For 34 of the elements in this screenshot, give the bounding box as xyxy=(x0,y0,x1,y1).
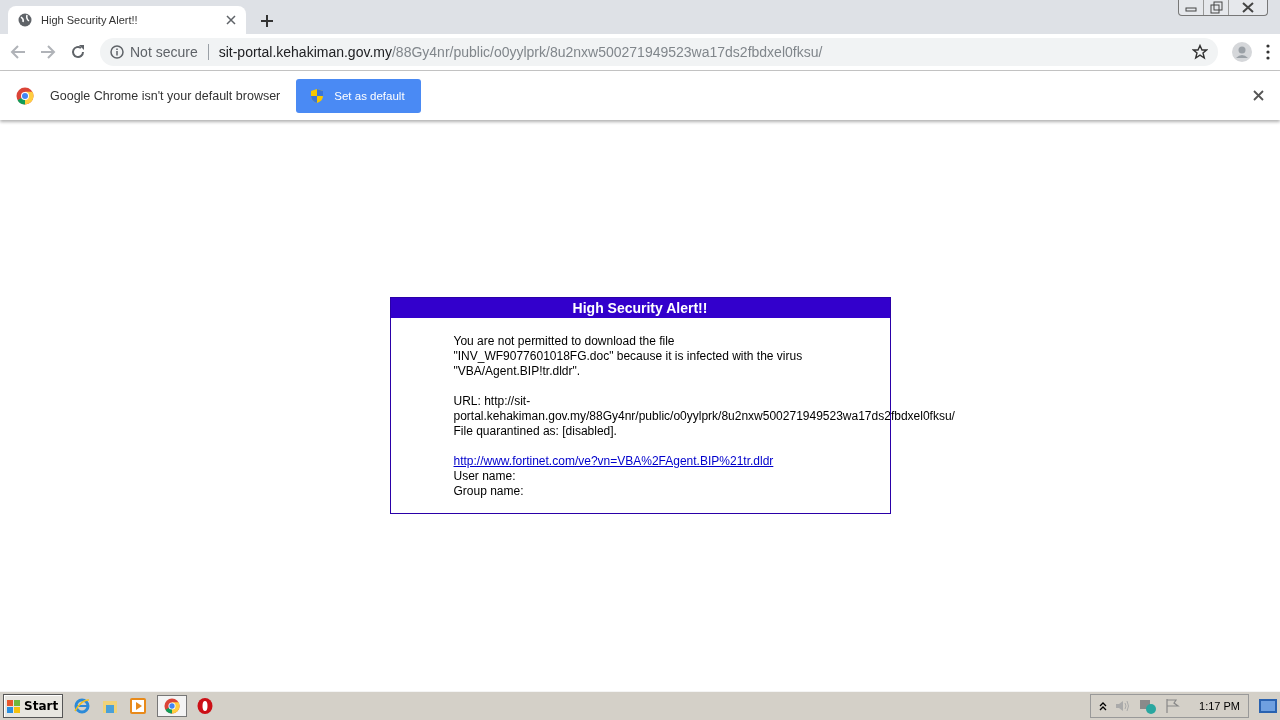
reload-icon[interactable] xyxy=(70,44,86,60)
taskbar-app[interactable] xyxy=(157,695,188,717)
forward-icon[interactable] xyxy=(40,44,56,60)
chrome-logo-icon xyxy=(164,698,181,714)
group-name-label: Group name: xyxy=(453,484,525,499)
chevron-up-icon[interactable] xyxy=(1099,701,1108,711)
menu-icon[interactable] xyxy=(1266,44,1270,60)
alert-title: High Security Alert!! xyxy=(390,298,890,318)
internet-explorer-icon[interactable] xyxy=(73,697,92,715)
info-icon xyxy=(110,45,124,59)
url-text: sit-portal.kehakiman.gov.my/88Gy4nr/public/o0yylprk/8u2nxw500271949523wa17ds2fbdxel0fksu/ xyxy=(218,44,823,60)
user-name-label: User name: xyxy=(453,469,517,484)
close-icon[interactable] xyxy=(226,15,236,25)
quarantine-status: File quarantined as: [disabled]. xyxy=(453,424,618,439)
start-button[interactable]: Start xyxy=(3,694,64,718)
profile-icon[interactable] xyxy=(1232,42,1252,62)
new-tab-icon[interactable] xyxy=(260,14,274,28)
infobar-message: Google Chrome isn't your default browser xyxy=(50,88,281,103)
star-icon[interactable] xyxy=(1192,44,1208,60)
show-desktop-icon[interactable] xyxy=(1259,699,1277,713)
shield-icon xyxy=(310,87,325,104)
chrome-logo-icon xyxy=(16,86,34,105)
back-icon[interactable] xyxy=(10,44,26,60)
close-icon[interactable] xyxy=(1253,90,1264,101)
address-bar[interactable]: Not secure sit-portal.kehakiman.gov.my/88Gy4nr/public/o0yylprk/8u2nxw500271949523wa17ds2fbdxel0fksu/ xyxy=(100,38,1218,66)
virus-info-link[interactable]: http://www.fortinet.com/ve?vn=VBA%2FAgent.BIP%21tr.dldr xyxy=(453,454,774,468)
clock: 1:17 PM xyxy=(1199,700,1240,712)
alert-message: You are not permitted to download the file "INV_WF9077601018FG.doc" because it is infected with the virus "VBA/Agent.BIP!tr.dldr". xyxy=(453,334,804,379)
opera-logo-icon[interactable] xyxy=(197,698,214,714)
media-player-icon[interactable] xyxy=(129,697,148,715)
security-label: Not secure xyxy=(130,44,198,60)
flag-icon[interactable] xyxy=(1165,698,1182,714)
browser-tab[interactable]: High Security Alert!! xyxy=(8,6,246,34)
windows-logo-icon xyxy=(6,698,22,714)
